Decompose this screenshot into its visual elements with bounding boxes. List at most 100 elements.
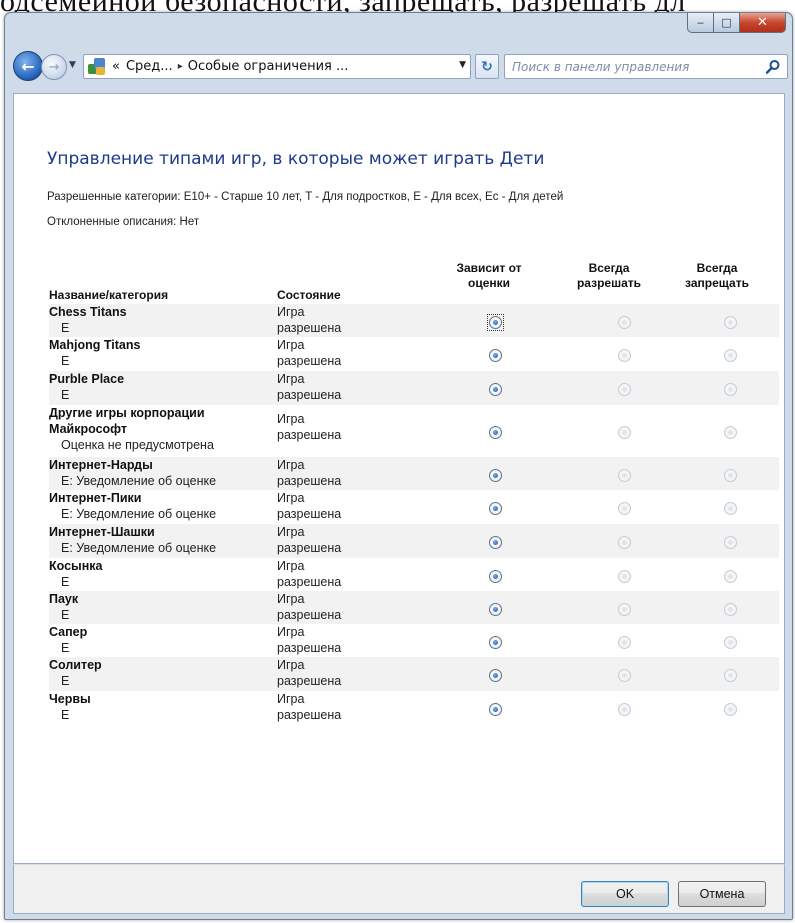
always-block-radio[interactable] [724, 502, 737, 515]
caption-buttons: ‒ □ ✕ [687, 13, 786, 33]
dialog-footer: OK Отмена [13, 864, 785, 914]
address-dropdown-icon[interactable]: ▼ [459, 60, 466, 70]
always-block-radio[interactable] [724, 603, 737, 616]
depends-on-rating-radio[interactable] [489, 636, 502, 649]
allowed-categories: Разрешенные категории: E10+ - Старше 10 … [47, 191, 563, 203]
always-allow-radio[interactable] [618, 383, 631, 396]
depends-on-rating-radio[interactable] [489, 536, 502, 549]
cancel-button[interactable]: Отмена [678, 881, 766, 907]
always-block-radio[interactable] [724, 469, 737, 482]
table-row: Mahjong Titans E Игра разрешена [49, 337, 779, 371]
game-name: Другие игры корпорации Майкрософт [49, 406, 205, 436]
search-input[interactable] [512, 59, 762, 74]
minimize-button[interactable]: ‒ [687, 13, 714, 33]
game-status: Игра разрешена [277, 625, 342, 655]
declined-descriptors-value: Нет [179, 216, 200, 228]
always-allow-radio[interactable] [618, 426, 631, 439]
back-button[interactable]: ← [13, 51, 43, 81]
breadcrumb-item-restrictions[interactable]: Особые ограничения ... [188, 59, 349, 74]
column-header-status: Состояние [277, 288, 341, 302]
depends-on-rating-radio[interactable] [489, 426, 502, 439]
breadcrumb-separator-icon[interactable]: ▸ [178, 61, 183, 72]
allowed-categories-label: Разрешенные категории: [47, 191, 181, 203]
search-box[interactable] [504, 54, 788, 79]
arrow-left-icon: ← [21, 56, 35, 76]
game-status: Игра разрешена [277, 692, 342, 722]
game-name: Chess Titans [49, 305, 127, 319]
always-allow-radio[interactable] [618, 570, 631, 583]
always-allow-radio[interactable] [618, 536, 631, 549]
depends-on-rating-radio[interactable] [489, 502, 502, 515]
depends-on-rating-radio[interactable] [489, 570, 502, 583]
game-name: Интернет-Пики [49, 491, 142, 505]
game-status: Игра разрешена [277, 338, 342, 368]
depends-on-rating-radio[interactable] [489, 603, 502, 616]
breadcrumb-item-environment[interactable]: Сред... [126, 59, 173, 74]
game-status: Игра разрешена [277, 559, 342, 589]
close-button[interactable]: ✕ [740, 13, 786, 33]
game-rating: E [61, 674, 70, 688]
depends-on-rating-radio[interactable] [489, 349, 502, 362]
always-block-radio[interactable] [724, 703, 737, 716]
ok-button[interactable]: OK [581, 881, 669, 907]
always-block-radio[interactable] [724, 349, 737, 362]
always-block-radio[interactable] [724, 426, 737, 439]
refresh-button[interactable]: ↻ [475, 54, 499, 79]
game-name: Purble Place [49, 372, 125, 386]
column-header-always-allow: Всегда разрешать [564, 261, 654, 291]
declined-descriptors-label: Отклоненные описания: [47, 216, 177, 228]
table-row: Червы E Игра разрешена [49, 691, 779, 725]
game-rating: E [61, 321, 70, 335]
game-cell: Интернет-Шашки E: Уведомление об оценке [49, 524, 216, 556]
column-header-always-block: Всегда запрещать [672, 261, 762, 291]
game-name: Червы [49, 692, 91, 706]
always-allow-radio[interactable] [618, 703, 631, 716]
forward-button[interactable]: → [41, 54, 67, 80]
declined-descriptors: Отклоненные описания: Нет [47, 216, 199, 228]
depends-on-rating-radio[interactable] [489, 383, 502, 396]
column-header-always-allow-line2: разрешать [576, 276, 642, 290]
game-cell: Mahjong Titans E [49, 337, 140, 369]
depends-on-rating-radio[interactable] [489, 669, 502, 682]
game-rating: E [61, 575, 70, 589]
always-allow-radio[interactable] [618, 469, 631, 482]
always-block-radio[interactable] [724, 636, 737, 649]
game-cell: Chess Titans E [49, 304, 127, 336]
game-status: Игра разрешена [277, 412, 342, 442]
always-block-radio[interactable] [724, 570, 737, 583]
page-title: Управление типами игр, в которые может и… [47, 149, 545, 169]
table-row: Паук E Игра разрешена [49, 591, 779, 624]
breadcrumb-overflow[interactable]: « [112, 59, 120, 74]
always-block-radio[interactable] [724, 383, 737, 396]
table-row: Другие игры корпорации Майкрософт Оценка … [49, 405, 779, 457]
navigation-bar: ← → ▼ « Сред... ▸ Особые ограничения ...… [5, 47, 792, 87]
always-block-radio[interactable] [724, 316, 737, 329]
address-bar[interactable]: « Сред... ▸ Особые ограничения ... ▼ [83, 54, 471, 79]
game-status: Игра разрешена [277, 525, 342, 555]
maximize-button[interactable]: □ [714, 13, 740, 33]
always-block-radio[interactable] [724, 536, 737, 549]
always-allow-radio[interactable] [618, 669, 631, 682]
always-allow-radio[interactable] [618, 502, 631, 515]
always-allow-radio[interactable] [618, 316, 631, 329]
column-header-depends: Зависит от оценки [434, 261, 544, 291]
depends-on-rating-radio[interactable] [489, 703, 502, 716]
arrow-right-icon: → [48, 59, 60, 75]
game-name: Сапер [49, 625, 88, 639]
game-rating: E: Уведомление об оценке [61, 541, 217, 555]
depends-on-rating-radio[interactable] [489, 469, 502, 482]
game-rating: E [61, 388, 70, 402]
always-allow-radio[interactable] [618, 349, 631, 362]
column-header-always-block-line1: Всегда [696, 261, 738, 275]
search-icon[interactable] [765, 59, 781, 75]
always-block-radio[interactable] [724, 669, 737, 682]
game-name: Косынка [49, 559, 103, 573]
table-row: Сапер E Игра разрешена [49, 624, 779, 657]
always-allow-radio[interactable] [618, 603, 631, 616]
title-bar[interactable]: ‒ □ ✕ [5, 13, 792, 43]
game-cell: Червы E [49, 691, 91, 723]
always-allow-radio[interactable] [618, 636, 631, 649]
column-header-depends-line1: Зависит от [456, 261, 522, 275]
recent-pages-button[interactable]: ▼ [69, 60, 76, 70]
game-cell: Сапер E [49, 624, 87, 656]
